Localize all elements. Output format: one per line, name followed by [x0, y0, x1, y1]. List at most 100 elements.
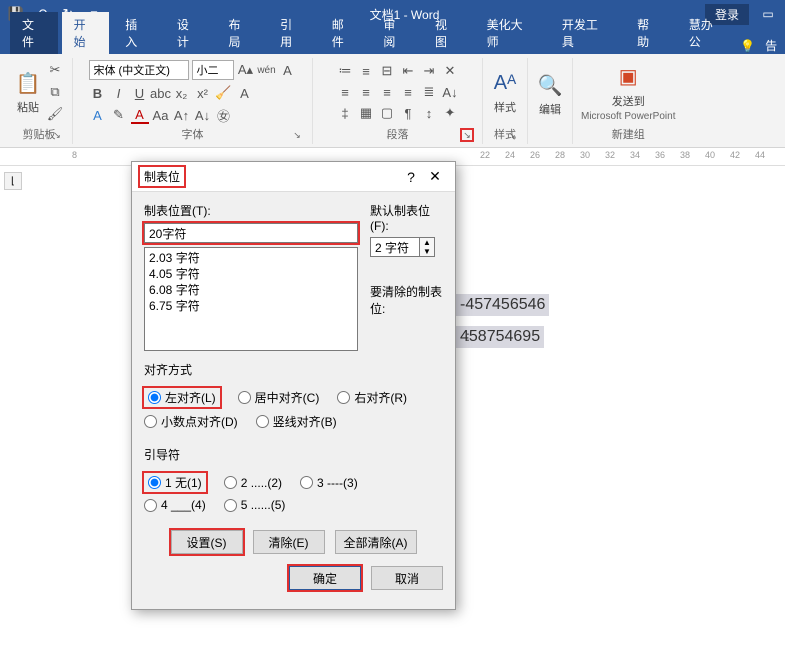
strike-icon[interactable]: abc [152, 84, 170, 102]
align-center-icon[interactable]: ≡ [357, 83, 375, 101]
superscript-icon[interactable]: x² [194, 84, 212, 102]
leader-5-input[interactable] [224, 499, 237, 512]
align-right-input[interactable] [337, 391, 350, 404]
cancel-button[interactable]: 取消 [371, 566, 443, 590]
spin-up-icon[interactable]: ▲ [420, 238, 434, 247]
leader-2-radio[interactable]: 2 .....(2) [224, 476, 282, 490]
leader-1-input[interactable] [148, 476, 161, 489]
leader-2-input[interactable] [224, 476, 237, 489]
shading-icon[interactable]: ▦ [357, 104, 375, 122]
tab-layout[interactable]: 布局 [217, 12, 265, 54]
dialog-help-icon[interactable]: ? [399, 169, 423, 185]
leader-4-radio[interactable]: 4 ___(4) [144, 498, 206, 512]
align-left-input[interactable] [148, 391, 161, 404]
send-to-ppt-button[interactable]: ▣ 发送到 Microsoft PowerPoint [581, 63, 675, 122]
tab-developer[interactable]: 开发工具 [550, 12, 621, 54]
align-center-input[interactable] [238, 391, 251, 404]
list-item[interactable]: 4.05 字符 [149, 266, 353, 282]
leader-3-input[interactable] [300, 476, 313, 489]
tab-tell[interactable]: 告 [765, 37, 777, 54]
dialog-titlebar[interactable]: 制表位 ? ✕ [132, 162, 455, 192]
list-item[interactable]: 2.03 字符 [149, 250, 353, 266]
text-effects-icon[interactable]: A [236, 84, 254, 102]
paste-button[interactable]: 📋 粘贴 [14, 69, 42, 115]
tab-mail[interactable]: 邮件 [320, 12, 368, 54]
numbering-icon[interactable]: ≡ [357, 62, 375, 80]
editing-button[interactable]: 🔍 编辑 [536, 71, 564, 117]
default-tab-input[interactable] [370, 237, 420, 257]
align-decimal-input[interactable] [144, 415, 157, 428]
format-painter-icon[interactable]: 🖌 [46, 105, 64, 123]
subscript-icon[interactable]: x₂ [173, 84, 191, 102]
tab-home[interactable]: 开始 [62, 12, 110, 54]
sort2-icon[interactable]: ↕ [420, 104, 438, 122]
tab-view[interactable]: 视图 [423, 12, 471, 54]
align-bar-radio[interactable]: 竖线对齐(B) [256, 413, 337, 430]
align-right-radio[interactable]: 右对齐(R) [337, 389, 407, 406]
show-marks-icon[interactable]: ¶ [399, 104, 417, 122]
font-launcher-icon[interactable]: ↘ [290, 128, 304, 142]
highlight-icon[interactable]: ✎ [110, 106, 128, 124]
ribbon-display-icon[interactable]: ▭ [757, 3, 779, 25]
asian-layout-icon[interactable]: ✕ [441, 62, 459, 80]
align-right-icon[interactable]: ≡ [378, 83, 396, 101]
styles-button[interactable]: Aᴬ 样式 [491, 69, 519, 115]
dialog-close-icon[interactable]: ✕ [423, 168, 447, 185]
leader-4-input[interactable] [144, 499, 157, 512]
tab-help[interactable]: 帮助 [625, 12, 673, 54]
spin-down-icon[interactable]: ▼ [420, 247, 434, 256]
tab-file[interactable]: 文件 [10, 12, 58, 54]
justify-icon[interactable]: ≡ [399, 83, 417, 101]
line-spacing-icon[interactable]: ‡ [336, 104, 354, 122]
align-bar-input[interactable] [256, 415, 269, 428]
sort-icon[interactable]: A↓ [441, 83, 459, 101]
tab-huioffice[interactable]: 慧办公 [677, 12, 736, 54]
tab-review[interactable]: 审阅 [371, 12, 419, 54]
para-marks-icon[interactable]: ✦ [441, 104, 459, 122]
phonetic-icon[interactable]: wén [258, 61, 276, 79]
distribute-icon[interactable]: ≣ [420, 83, 438, 101]
leader-5-radio[interactable]: 5 ......(5) [224, 498, 286, 512]
char-shading-icon[interactable]: A [89, 106, 107, 124]
enclosed-char-icon[interactable]: ㊛ [215, 106, 233, 124]
shrink-font-icon[interactable]: A↓ [194, 106, 212, 124]
align-decimal-radio[interactable]: 小数点对齐(D) [144, 413, 238, 430]
font-size-select[interactable]: 小二 [192, 60, 234, 80]
cut-icon[interactable]: ✂ [46, 61, 64, 79]
align-center-radio[interactable]: 居中对齐(C) [238, 389, 320, 406]
tab-design[interactable]: 设计 [165, 12, 213, 54]
tab-beautify[interactable]: 美化大师 [475, 12, 546, 54]
tell-me-icon[interactable]: 💡 [740, 39, 755, 53]
italic-icon[interactable]: I [110, 84, 128, 102]
leader-1-radio[interactable]: 1 无(1) [144, 473, 206, 492]
tab-insert[interactable]: 插入 [113, 12, 161, 54]
leader-3-radio[interactable]: 3 ----(3) [300, 476, 358, 490]
align-left-icon[interactable]: ≡ [336, 83, 354, 101]
styles-launcher-icon[interactable]: ↘ [505, 128, 519, 142]
paragraph-launcher-icon[interactable]: ↘ [460, 128, 474, 142]
grow-font2-icon[interactable]: A↑ [173, 106, 191, 124]
clipboard-launcher-icon[interactable]: ↘ [50, 128, 64, 142]
bold-icon[interactable]: B [89, 84, 107, 102]
char-border-icon[interactable]: A [279, 61, 297, 79]
copy-icon[interactable]: ⧉ [46, 83, 64, 101]
list-item[interactable]: 6.75 字符 [149, 298, 353, 314]
multilevel-icon[interactable]: ⊟ [378, 62, 396, 80]
clear-format-icon[interactable]: 🧹 [215, 84, 233, 102]
list-item[interactable]: 6.08 字符 [149, 282, 353, 298]
font-name-select[interactable]: 宋体 (中文正文) [89, 60, 189, 80]
tab-pos-input[interactable] [144, 223, 358, 243]
grow-font-icon[interactable]: A▴ [237, 61, 255, 79]
tab-pos-list[interactable]: 2.03 字符 4.05 字符 6.08 字符 6.75 字符 [144, 247, 358, 351]
clear-all-button[interactable]: 全部清除(A) [335, 530, 417, 554]
tab-references[interactable]: 引用 [268, 12, 316, 54]
bullets-icon[interactable]: ≔ [336, 62, 354, 80]
change-case-icon[interactable]: Aa [152, 106, 170, 124]
decrease-indent-icon[interactable]: ⇤ [399, 62, 417, 80]
clear-button[interactable]: 清除(E) [253, 530, 325, 554]
borders-icon[interactable]: ▢ [378, 104, 396, 122]
font-color-icon[interactable]: A [131, 106, 149, 124]
ok-button[interactable]: 确定 [289, 566, 361, 590]
set-button[interactable]: 设置(S) [171, 530, 243, 554]
increase-indent-icon[interactable]: ⇥ [420, 62, 438, 80]
